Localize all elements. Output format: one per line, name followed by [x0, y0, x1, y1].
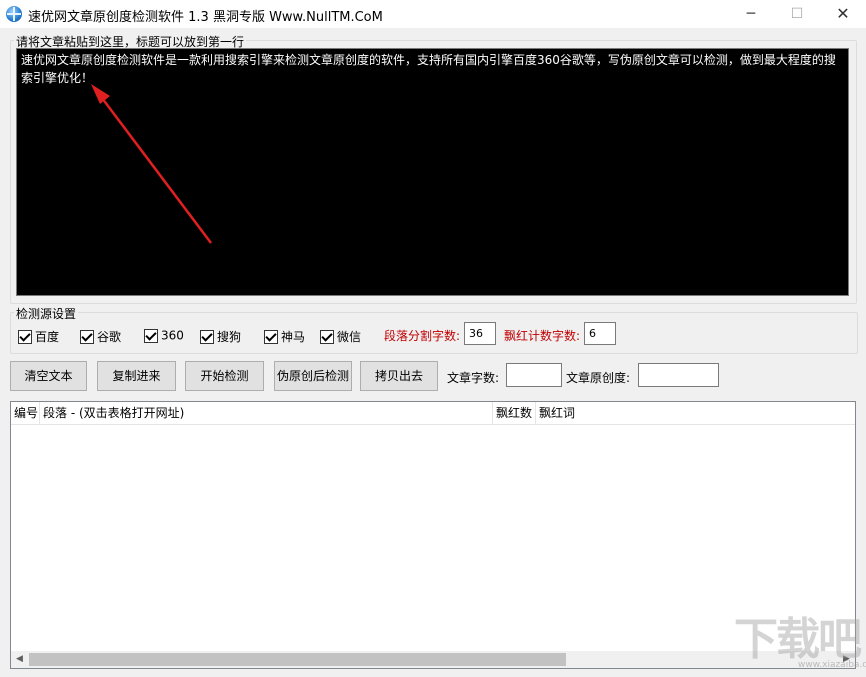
word-count-label: 文章字数: — [447, 371, 500, 385]
checkbox-check-icon — [80, 329, 94, 344]
window-title: 速优网文章原创度检测软件 1.3 黑洞专版 Www.NullTM.CoM — [28, 10, 383, 25]
paste-in-button[interactable]: 复制进来 — [97, 361, 176, 391]
pseudo-original-check-button[interactable]: 伪原创后检测 — [274, 361, 352, 391]
source-shenma-checkbox[interactable]: 神马 — [264, 328, 305, 344]
minimize-button[interactable]: ─ — [728, 0, 774, 28]
scroll-left-icon[interactable]: ◀ — [11, 651, 28, 668]
clear-text-button[interactable]: 清空文本 — [10, 361, 87, 391]
column-header-red-count[interactable]: 飘红数 — [493, 402, 536, 424]
maximize-button[interactable]: ☐ — [774, 0, 820, 28]
red-count-label: 飘红计数字数: — [504, 329, 581, 343]
word-count-field[interactable] — [506, 363, 562, 387]
originality-label: 文章原创度: — [566, 371, 631, 385]
copy-out-button[interactable]: 拷贝出去 — [360, 361, 438, 391]
close-button[interactable]: ✕ — [820, 0, 866, 28]
article-textarea[interactable]: 速优网文章原创度检测软件是一款利用搜索引擎来检测文章原创度的软件，支持所有国内引… — [16, 48, 849, 296]
title-bar: 速优网文章原创度检测软件 1.3 黑洞专版 Www.NullTM.CoM ─ ☐… — [0, 0, 866, 28]
originality-field[interactable] — [638, 363, 719, 387]
checkbox-check-icon — [320, 329, 334, 344]
app-globe-icon — [6, 6, 22, 22]
checkbox-check-icon — [200, 329, 214, 344]
column-header-number[interactable]: 编号 — [11, 402, 40, 424]
site-watermark: 下载吧 www.xiazaiba.com — [728, 614, 866, 672]
checkbox-check-icon — [264, 329, 278, 344]
watermark-logo-text: 下载吧 — [734, 614, 862, 665]
column-header-red-words[interactable]: 飘红词 — [536, 402, 855, 424]
checkbox-check-icon — [144, 328, 158, 343]
red-count-input[interactable]: 6 — [584, 322, 616, 345]
checkbox-check-icon — [18, 329, 32, 344]
segment-length-input[interactable]: 36 — [464, 322, 496, 345]
column-header-paragraph[interactable]: 段落 - (双击表格打开网址) — [40, 402, 493, 424]
scrollbar-thumb[interactable] — [29, 653, 566, 666]
segment-length-label: 段落分割字数: — [384, 329, 461, 343]
source-360-checkbox[interactable]: 360 — [144, 328, 184, 344]
sources-group-label: 检测源设置 — [14, 305, 79, 322]
table-header: 编号 段落 - (双击表格打开网址) 飘红数 飘红词 — [11, 402, 855, 425]
source-baidu-checkbox[interactable]: 百度 — [18, 328, 59, 344]
watermark-url: www.xiazaiba.com — [798, 660, 866, 670]
source-sogou-checkbox[interactable]: 搜狗 — [200, 328, 241, 344]
source-wechat-checkbox[interactable]: 微信 — [320, 328, 361, 344]
source-google-checkbox[interactable]: 谷歌 — [80, 328, 121, 344]
start-check-button[interactable]: 开始检测 — [185, 361, 264, 391]
